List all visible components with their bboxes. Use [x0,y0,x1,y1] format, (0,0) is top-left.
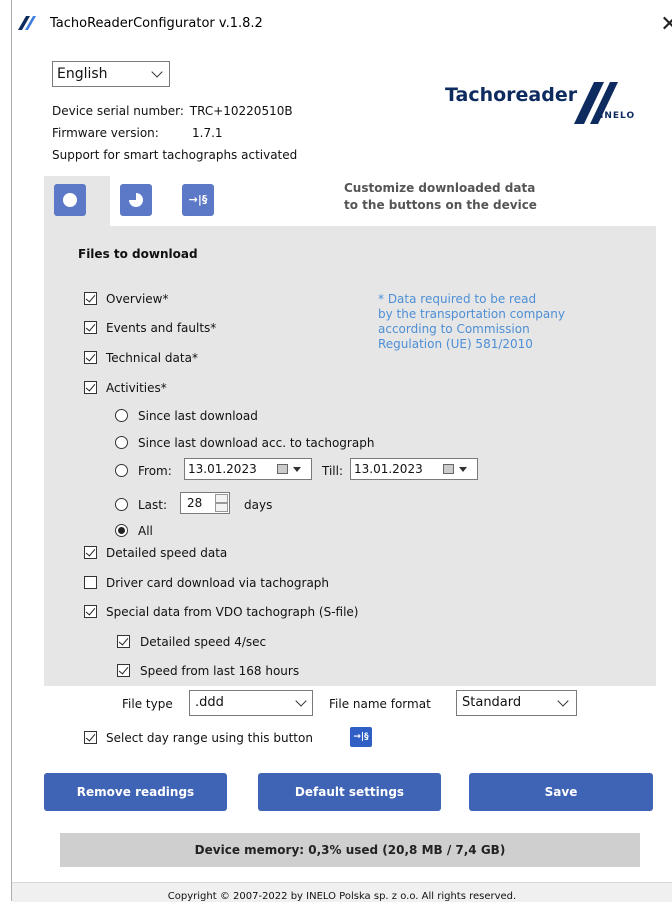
arrow-paragraph-icon: →|§ [188,193,208,206]
detailed-speed-4-checkbox[interactable] [117,635,130,648]
overview-checkbox[interactable] [84,292,97,305]
driver-card-label: Driver card download via tachograph [106,576,330,590]
firmware-row: Firmware version: [52,126,159,140]
language-value: English [57,66,108,82]
arrow-paragraph-icon: →|§ [350,727,372,747]
activities-label: Activities* [106,381,167,395]
note-line: according to Commission [378,322,530,336]
since-last-tacho-radio[interactable] [115,436,128,449]
speed-168-checkbox[interactable] [117,664,130,677]
file-type-label: File type [122,697,173,711]
tab-hint: Customize downloaded data to the buttons… [344,180,537,214]
day-range-checkbox[interactable] [84,731,97,744]
window-border [11,0,12,901]
activities-checkbox[interactable] [84,381,97,394]
device-memory-status: Device memory: 0,3% used (20,8 MB / 7,4 … [60,833,640,867]
firmware-label: Firmware version: [52,126,159,140]
file-type-select[interactable]: .ddd [189,690,313,716]
technical-checkbox[interactable] [84,351,97,364]
calendar-icon [277,464,288,474]
dropdown-arrow-icon [459,467,467,472]
tab-hint-line-2: to the buttons on the device [344,198,537,212]
remove-readings-button[interactable]: Remove readings [44,773,227,811]
stepper-down-icon[interactable] [215,503,228,512]
till-date-value: 13.01.2023 [354,462,423,476]
detailed-speed-checkbox[interactable] [84,546,97,559]
detailed-speed-4-label: Detailed speed 4/sec [140,635,267,649]
chevron-down-icon [151,66,163,78]
required-data-note: * Data required to be read by the transp… [378,292,565,352]
last-days-radio[interactable] [115,498,128,511]
since-last-radio[interactable] [115,409,128,422]
technical-label: Technical data* [106,351,198,365]
serial-value: TRC+10220510B [189,104,293,118]
serial-label: Device serial number: [52,104,184,118]
days-label: days [244,498,273,512]
firmware-value: 1.7.1 [192,126,223,140]
tab-activities[interactable] [54,184,86,216]
from-date-value: 13.01.2023 [188,462,257,476]
save-button[interactable]: Save [469,773,653,811]
events-label: Events and faults* [106,321,217,335]
files-section-title: Files to download [78,247,198,261]
tab-button-mapping[interactable]: →|§ [182,184,214,216]
file-type-value: .ddd [195,695,224,710]
file-name-format-select[interactable]: Standard [456,690,577,716]
chevron-down-icon [295,695,307,707]
app-logo-icon [18,16,36,30]
tab-hint-line-1: Customize downloaded data [344,181,536,195]
last-label: Last: [138,498,168,512]
note-line: by the transportation company [378,307,565,321]
note-line: Regulation (UE) 581/2010 [378,337,533,351]
pie-chart-icon [129,193,143,207]
day-range-label: Select day range using this button [106,731,313,745]
smart-support-text: Support for smart tachographs activated [52,148,298,162]
tab-speed[interactable] [120,184,152,216]
chevron-down-icon [557,695,569,707]
special-vdo-label: Special data from VDO tachograph (S-file… [106,605,359,619]
footer: Copyright © 2007-2022 by INELO Polska sp… [12,882,672,902]
since-last-label: Since last download [138,409,258,423]
driver-card-checkbox[interactable] [84,576,97,589]
default-settings-button[interactable]: Default settings [258,773,441,811]
till-date-picker[interactable]: 13.01.2023 [350,458,478,480]
since-last-tacho-label: Since last download acc. to tachograph [138,436,375,450]
language-select[interactable]: English [52,61,170,87]
all-label: All [138,524,153,538]
file-name-format-value: Standard [462,695,522,710]
brand-sub-text: INELO [600,111,636,121]
brand-logo-text: Tachoreader [445,84,578,106]
file-name-format-label: File name format [329,697,431,711]
title-bar: TachoReaderConfigurator v.1.8.2 ✕ [12,0,672,48]
circle-icon [63,193,77,207]
last-days-value: 28 [187,496,203,510]
all-radio[interactable] [115,524,128,537]
dropdown-arrow-icon [293,467,301,472]
stepper-up-icon[interactable] [215,494,228,503]
detailed-speed-label: Detailed speed data [106,546,228,560]
events-checkbox[interactable] [84,321,97,334]
from-radio[interactable] [115,464,128,477]
serial-number-row: Device serial number: TRC+10220510B [52,104,293,118]
copyright-text: Copyright © 2007-2022 by INELO Polska sp… [167,891,517,902]
overview-label: Overview* [106,292,169,306]
special-vdo-checkbox[interactable] [84,605,97,618]
speed-168-label: Speed from last 168 hours [140,664,300,678]
till-label: Till: [322,464,344,478]
note-line: * Data required to be read [378,292,537,306]
configurator-window: TachoReaderConfigurator v.1.8.2 ✕ Englis… [0,0,672,902]
from-date-picker[interactable]: 13.01.2023 [184,458,312,480]
calendar-icon [443,464,454,474]
window-title: TachoReaderConfigurator v.1.8.2 [50,16,263,31]
from-label: From: [138,464,172,478]
close-icon[interactable]: ✕ [655,10,672,40]
last-days-stepper[interactable]: 28 [180,492,230,514]
